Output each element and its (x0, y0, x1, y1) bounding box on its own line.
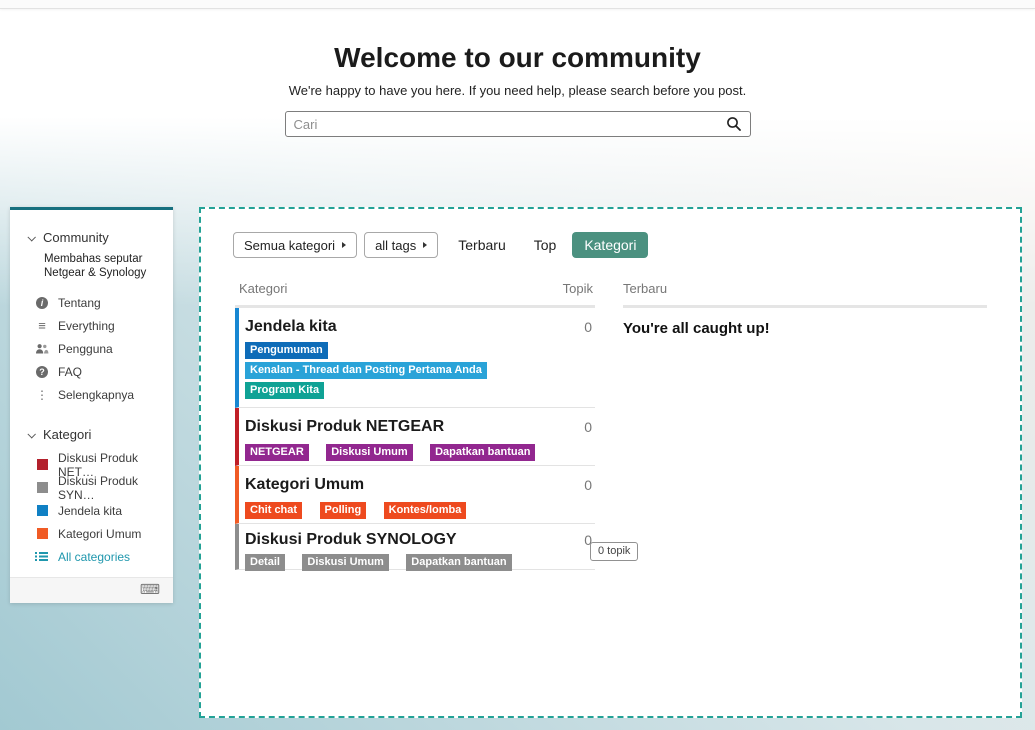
info-icon (35, 297, 49, 309)
subcategory-badge[interactable]: Dapatkan bantuan (406, 554, 511, 571)
categories-table: Kategori Topik Jendela kita Pengumuman K… (235, 273, 595, 570)
category-row-jendela-kita[interactable]: Jendela kita Pengumuman Kenalan - Thread… (235, 308, 595, 408)
caret-right-icon (423, 242, 427, 248)
topic-count: 0 (553, 466, 595, 523)
nav-tab-kategori-active[interactable]: Kategori (572, 232, 648, 258)
header-topik: Topik (563, 281, 593, 296)
category-filter-dropdown[interactable]: Semua kategori (233, 232, 357, 258)
search-input[interactable] (294, 117, 726, 132)
subcategory-badge[interactable]: Kontes/lomba (384, 502, 467, 519)
welcome-banner: Welcome to our community We're happy to … (0, 9, 1035, 137)
category-row-netgear[interactable]: Diskusi Produk NETGEAR NETGEAR Diskusi U… (235, 408, 595, 466)
sidebar-item-tentang[interactable]: Tentang (35, 291, 165, 314)
topic-count: 0 (553, 308, 595, 407)
topic-count: 0 (553, 408, 595, 465)
sidebar-item-selengkapnya[interactable]: Selengkapnya (35, 383, 165, 406)
category-color-swatch (35, 528, 49, 539)
welcome-title: Welcome to our community (0, 42, 1035, 74)
community-section-label: Community (43, 230, 109, 245)
sidebar-category-umum[interactable]: Kategori Umum (35, 522, 165, 545)
sidebar-section-kategori[interactable]: Kategori (28, 427, 165, 442)
subcategory-badge[interactable]: Polling (320, 502, 367, 519)
subcategory-badge[interactable]: Chit chat (245, 502, 302, 519)
category-row-umum[interactable]: Kategori Umum Chit chat Polling Kontes/l… (235, 466, 595, 524)
subcategory-badge[interactable]: NETGEAR (245, 444, 309, 461)
subcategory-badge[interactable]: Program Kita (245, 382, 324, 399)
category-title[interactable]: Diskusi Produk NETGEAR (245, 417, 553, 437)
subcategory-badge[interactable]: Pengumuman (245, 342, 328, 359)
table-header: Kategori Topik (235, 273, 595, 308)
sidebar-all-categories-link[interactable]: All categories (35, 545, 165, 568)
community-description: Membahas seputar Netgear & Synology (44, 252, 156, 280)
top-header-bar (0, 0, 1035, 9)
subcategory-badge[interactable]: Detail (245, 554, 285, 571)
search-icon[interactable] (726, 116, 742, 132)
tags-filter-dropdown[interactable]: all tags (364, 232, 438, 258)
chevron-down-icon (27, 233, 35, 241)
filter-bar: Semua kategori all tags Terbaru Top Kate… (233, 232, 648, 258)
welcome-subtitle: We're happy to have you here. If you nee… (0, 83, 1035, 98)
sidebar-footer: ⌨ (10, 577, 173, 603)
category-color-swatch (35, 505, 49, 516)
kategori-section-label: Kategori (43, 427, 91, 442)
chevron-down-icon (27, 430, 35, 438)
sidebar-item-everything[interactable]: Everything (35, 314, 165, 337)
sidebar-category-synology[interactable]: Diskusi Produk SYN… (35, 476, 165, 499)
latest-column: Terbaru You're all caught up! (623, 273, 987, 337)
subcategory-badge[interactable]: Diskusi Umum (302, 554, 388, 571)
category-items: Diskusi Produk NET… Diskusi Produk SYN… … (28, 453, 165, 568)
subcategory-badge[interactable]: Diskusi Umum (326, 444, 412, 461)
category-color-swatch (35, 482, 49, 493)
question-icon (35, 366, 49, 378)
layers-icon (35, 320, 49, 332)
sidebar-item-pengguna[interactable]: Pengguna (35, 337, 165, 360)
category-title[interactable]: Diskusi Produk SYNOLOGY (245, 530, 553, 550)
caret-right-icon (342, 242, 346, 248)
list-icon (35, 551, 49, 562)
topic-count-tooltip: 0 topik (590, 542, 638, 561)
search-box[interactable] (285, 111, 751, 137)
users-icon (35, 343, 49, 354)
main-content: Semua kategori all tags Terbaru Top Kate… (199, 207, 1022, 718)
header-kategori: Kategori (239, 281, 287, 296)
nav-tab-terbaru[interactable]: Terbaru (458, 237, 505, 253)
caught-up-message: You're all caught up! (623, 320, 987, 337)
sidebar-item-faq[interactable]: FAQ (35, 360, 165, 383)
category-color-swatch (35, 459, 49, 470)
category-title[interactable]: Kategori Umum (245, 475, 553, 495)
keyboard-icon[interactable]: ⌨ (140, 582, 160, 598)
nav-tab-top[interactable]: Top (534, 237, 557, 253)
topic-count: 0 (553, 524, 595, 569)
subcategory-badge[interactable]: Dapatkan bantuan (430, 444, 535, 461)
ellipsis-icon (35, 389, 49, 401)
sidebar-section-community[interactable]: Community (28, 230, 165, 245)
category-title[interactable]: Jendela kita (245, 317, 553, 337)
header-terbaru: Terbaru (623, 273, 987, 308)
community-items: Tentang Everything Pengguna (28, 291, 165, 406)
category-row-synology[interactable]: Diskusi Produk SYNOLOGY Detail Diskusi U… (235, 524, 595, 570)
sidebar-category-jendela-kita[interactable]: Jendela kita (35, 499, 165, 522)
subcategory-badge[interactable]: Kenalan - Thread dan Posting Pertama And… (245, 362, 487, 379)
sidebar: Community Membahas seputar Netgear & Syn… (10, 207, 173, 603)
